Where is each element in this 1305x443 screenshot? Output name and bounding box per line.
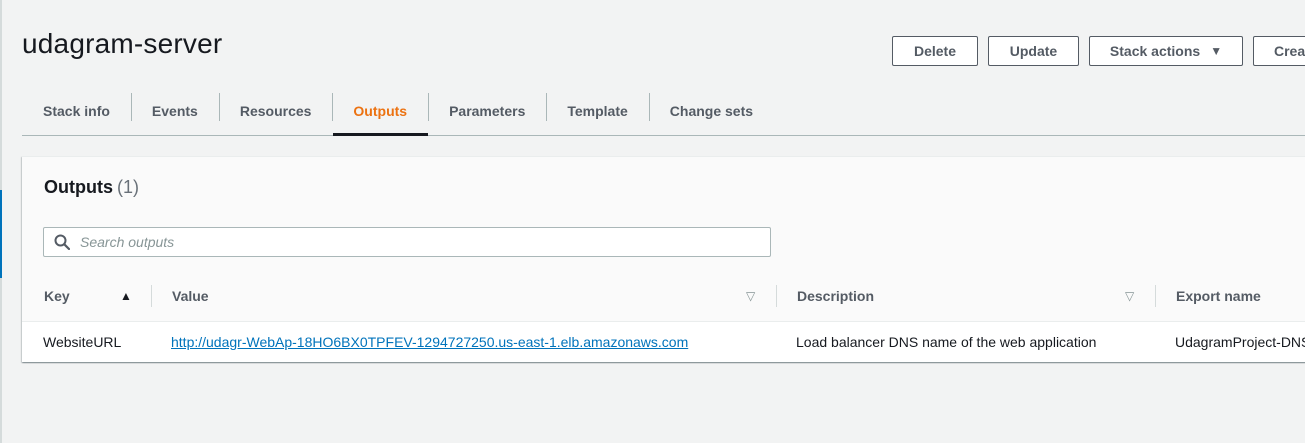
stack-tabs: Stack info Events Resources Outputs Para… <box>22 87 1305 136</box>
tab-template[interactable]: Template <box>546 87 648 135</box>
tab-resources[interactable]: Resources <box>218 87 333 135</box>
tab-parameters[interactable]: Parameters <box>428 87 546 135</box>
search-placeholder: Search outputs <box>80 234 175 250</box>
column-divider <box>151 285 152 307</box>
outputs-count: (1) <box>117 177 139 197</box>
delete-button[interactable]: Delete <box>892 36 978 66</box>
column-header-description[interactable]: Description <box>797 271 874 321</box>
search-icon <box>54 234 70 250</box>
output-value: http://udagr-WebAp-18HO6BX0TPFEV-1294727… <box>171 322 688 362</box>
column-header-export-name[interactable]: Export name <box>1176 271 1261 321</box>
column-header-key[interactable]: Key <box>44 271 70 321</box>
create-button[interactable]: Creat <box>1253 36 1305 66</box>
tab-stack-info[interactable]: Stack info <box>22 87 131 135</box>
outputs-title: Outputs <box>44 177 113 197</box>
table-header: Key ▲ Value ▽ Description ▽ Export name <box>22 271 1305 322</box>
outputs-heading: Outputs (1) <box>44 177 139 198</box>
output-export-name: UdagramProject-DNS <box>1175 334 1305 350</box>
header-actions: Delete Update Stack actions ▼ Creat <box>892 36 1305 66</box>
update-button[interactable]: Update <box>988 36 1079 66</box>
sort-ascending-icon[interactable]: ▲ <box>120 289 132 303</box>
left-nav-indicator <box>0 190 2 278</box>
column-divider <box>776 285 777 307</box>
sort-indicator-icon[interactable]: ▽ <box>1125 289 1134 303</box>
tab-events[interactable]: Events <box>130 87 219 135</box>
page-title: udagram-server <box>22 28 223 59</box>
column-header-value[interactable]: Value <box>172 271 209 321</box>
stack-actions-label: Stack actions <box>1109 43 1201 59</box>
table-row: WebsiteURL http://udagr-WebAp-18HO6BX0TP… <box>22 322 1305 362</box>
stack-actions-button[interactable]: Stack actions ▼ <box>1089 36 1243 66</box>
column-divider <box>1155 285 1156 307</box>
tab-outputs[interactable]: Outputs <box>332 87 428 136</box>
caret-down-icon: ▼ <box>1210 44 1223 58</box>
output-description: Load balancer DNS name of the web applic… <box>796 334 1097 350</box>
tab-change-sets[interactable]: Change sets <box>648 87 774 135</box>
outputs-panel-header: Outputs (1) Search outputs <box>22 157 1305 272</box>
output-key: WebsiteURL <box>43 334 122 350</box>
search-outputs-input[interactable]: Search outputs <box>43 227 771 257</box>
sort-indicator-icon[interactable]: ▽ <box>746 289 755 303</box>
outputs-panel: Outputs (1) Search outputs Key ▲ Value ▽ … <box>22 156 1305 362</box>
output-value-link[interactable]: http://udagr-WebAp-18HO6BX0TPFEV-1294727… <box>171 334 688 350</box>
